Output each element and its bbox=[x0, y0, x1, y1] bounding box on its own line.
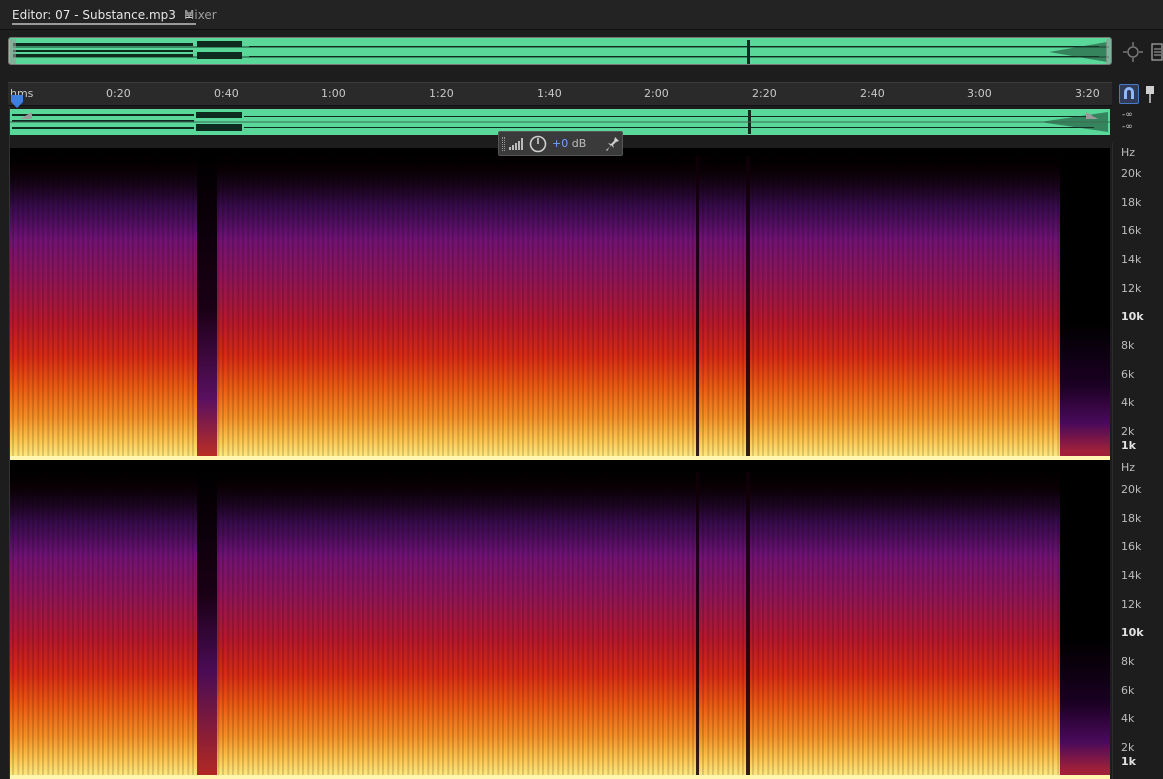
hud-drag-handle[interactable] bbox=[502, 137, 505, 151]
level-label-top: -∞ bbox=[1122, 110, 1133, 120]
frequency-label: 14k bbox=[1121, 253, 1142, 266]
frequency-label: 8k bbox=[1121, 339, 1135, 352]
spectrogram-dropout bbox=[746, 156, 750, 460]
frequency-label: 2k bbox=[1121, 741, 1135, 754]
volume-bars-icon bbox=[509, 138, 523, 150]
spectrogram-quiet-gap bbox=[197, 156, 217, 460]
track-left-edge bbox=[0, 82, 10, 779]
frequency-label: 20k bbox=[1121, 483, 1142, 496]
level-scale: -∞ -∞ bbox=[1112, 109, 1163, 135]
ruler-label: 1:00 bbox=[321, 87, 346, 100]
frequency-label: 12k bbox=[1121, 282, 1142, 295]
time-ruler[interactable]: hms 0:20 0:40 1:00 1:20 1:40 2:00 2:20 2… bbox=[8, 82, 1112, 109]
spectrogram-dropout bbox=[696, 156, 699, 460]
amplitude-hud[interactable]: +0 dB bbox=[498, 131, 623, 156]
channel-separator bbox=[10, 460, 1110, 472]
ruler-label: 1:20 bbox=[429, 87, 454, 100]
tab-mixer[interactable]: Mixer bbox=[184, 7, 217, 25]
ruler-label: 3:00 bbox=[967, 87, 992, 100]
frequency-label: 10k bbox=[1121, 626, 1144, 639]
tab-editor[interactable]: Editor: 07 - Substance.mp3 ≡ bbox=[12, 7, 196, 25]
spectrogram-dropout bbox=[746, 472, 750, 779]
spectrogram-fade-out bbox=[1060, 472, 1110, 779]
spectrogram-quiet-gap bbox=[197, 472, 217, 779]
frequency-unit-label: Hz bbox=[1121, 461, 1136, 474]
frequency-axis: Hz 20k 18k 16k 14k 12k 10k 8k 6k 4k 2k 1… bbox=[1112, 143, 1163, 779]
frequency-label: 18k bbox=[1121, 512, 1142, 525]
tab-mixer-label: Mixer bbox=[184, 8, 217, 22]
spectrogram-dropout bbox=[696, 472, 699, 779]
panel-list-icon[interactable] bbox=[1151, 43, 1163, 61]
frequency-label: 2k bbox=[1121, 425, 1135, 438]
playhead-icon[interactable] bbox=[11, 95, 23, 109]
frequency-label: 6k bbox=[1121, 684, 1135, 697]
frequency-label: 8k bbox=[1121, 655, 1135, 668]
level-label-bottom: -∞ bbox=[1122, 122, 1133, 132]
hud-db-value[interactable]: +0 dB bbox=[552, 137, 586, 150]
spectrogram-low-band bbox=[10, 775, 1110, 779]
hud-db-unit: dB bbox=[571, 137, 587, 150]
zoom-navigator-icon[interactable] bbox=[1122, 41, 1144, 63]
frequency-label: 4k bbox=[1121, 712, 1135, 725]
ruler-label: 2:20 bbox=[752, 87, 777, 100]
pin-icon[interactable] bbox=[606, 136, 620, 152]
snap-magnet-icon[interactable] bbox=[1119, 84, 1139, 104]
spectrogram-channel-right[interactable] bbox=[10, 472, 1110, 779]
hud-db-number: +0 bbox=[552, 137, 569, 150]
spectrogram-top-fade bbox=[10, 156, 1110, 242]
frequency-label: 20k bbox=[1121, 167, 1142, 180]
ruler-label: 0:20 bbox=[106, 87, 131, 100]
frequency-label: 18k bbox=[1121, 196, 1142, 209]
frequency-label: 10k bbox=[1121, 310, 1144, 323]
ruler-label: 0:40 bbox=[214, 87, 239, 100]
spectrogram-top-fade bbox=[10, 472, 1110, 558]
frequency-label: 16k bbox=[1121, 224, 1142, 237]
frequency-label: 1k bbox=[1121, 755, 1136, 768]
volume-knob-icon[interactable] bbox=[529, 135, 547, 153]
ruler-label: 2:00 bbox=[644, 87, 669, 100]
ruler-label: 3:20 bbox=[1075, 87, 1100, 100]
frequency-label: 4k bbox=[1121, 396, 1135, 409]
overview-waveform[interactable] bbox=[8, 37, 1112, 65]
frequency-unit-label: Hz bbox=[1121, 146, 1136, 159]
frequency-label: 16k bbox=[1121, 540, 1142, 553]
frequency-label: 6k bbox=[1121, 368, 1135, 381]
marker-pin-icon[interactable] bbox=[1143, 84, 1157, 104]
ruler-label: 1:40 bbox=[537, 87, 562, 100]
ruler-label: 2:40 bbox=[860, 87, 885, 100]
spectral-frequency-display[interactable] bbox=[10, 148, 1110, 779]
overview-waveform-graphic bbox=[9, 38, 1111, 64]
tab-editor-label: Editor: 07 - Substance.mp3 bbox=[12, 8, 176, 22]
frequency-label: 14k bbox=[1121, 569, 1142, 582]
panel-tab-bar: Editor: 07 - Substance.mp3 ≡ Mixer bbox=[0, 0, 1163, 30]
frequency-label: 12k bbox=[1121, 598, 1142, 611]
frequency-label: 1k bbox=[1121, 439, 1136, 452]
spectrogram-fade-out bbox=[1060, 156, 1110, 460]
spectrogram-channel-left[interactable] bbox=[10, 156, 1110, 460]
